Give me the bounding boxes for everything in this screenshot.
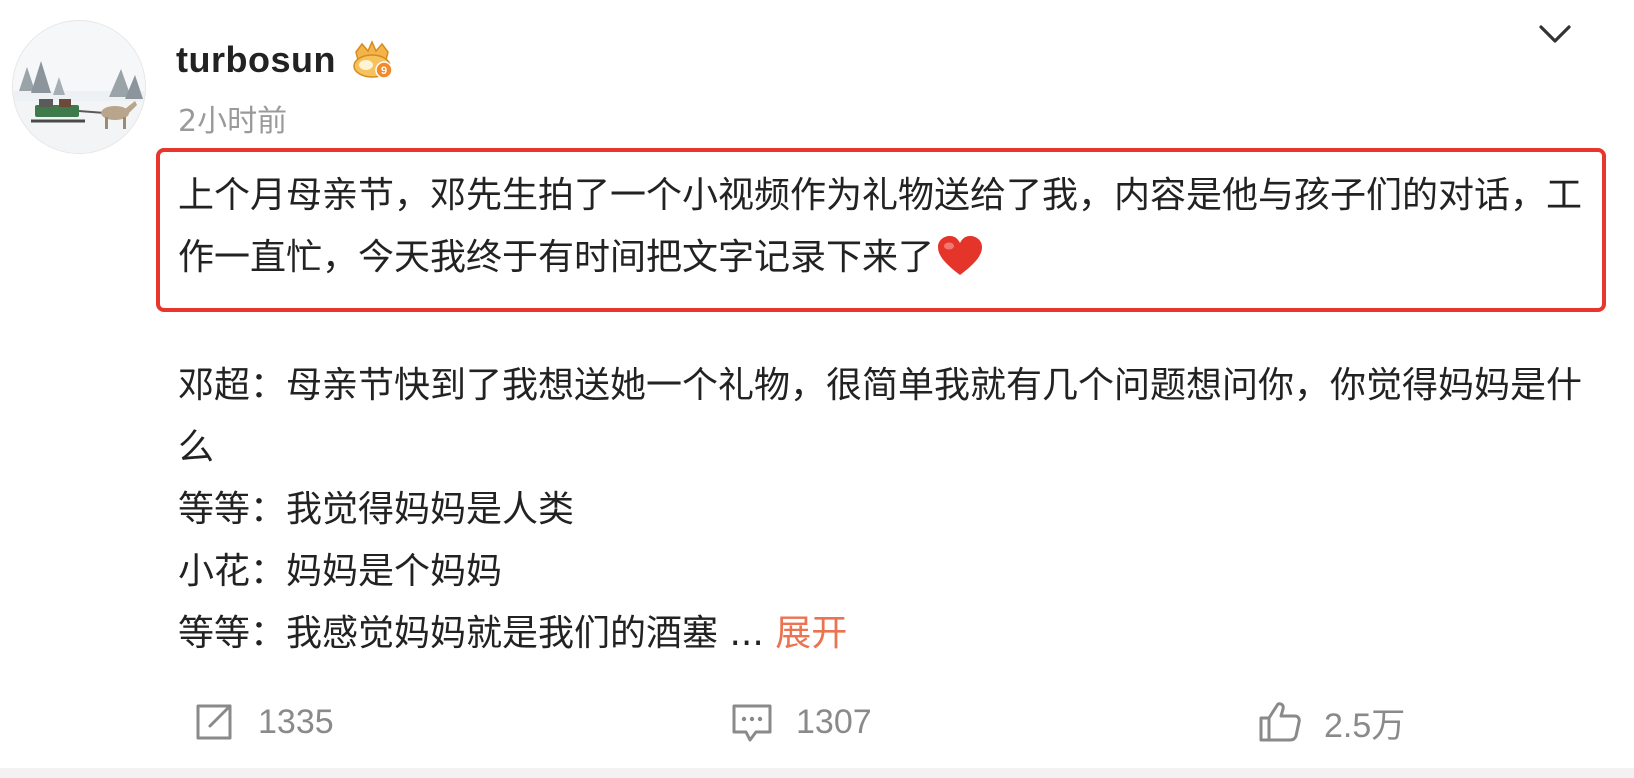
post-timestamp: 2小时前 — [178, 104, 288, 139]
author-name[interactable]: turbosun — [176, 42, 336, 78]
action-bar: 1335 1307 2.5万 — [0, 694, 1634, 750]
repost-button[interactable]: 1335 — [190, 694, 334, 750]
post-dialogue: 邓超：母亲节快到了我想送她一个礼物，很简单我就有几个问题想问你，你觉得妈妈是什么… — [178, 355, 1598, 665]
svg-text:9: 9 — [381, 65, 387, 77]
chevron-down-icon — [1539, 25, 1571, 43]
more-menu-button[interactable] — [1532, 14, 1578, 54]
dialogue-line-last: 等等：我感觉妈妈就是我们的酒塞 ... 展开 — [178, 603, 1598, 665]
weibo-post-card: turbosun 9 2小时前 上个月母亲节，邓先生拍了一个小视频作为礼物送给了… — [0, 0, 1634, 778]
repost-count: 1335 — [258, 702, 334, 741]
share-icon — [190, 698, 238, 746]
dialogue-line-text: 等等：我感觉妈妈就是我们的酒塞 — [178, 613, 719, 654]
like-button[interactable]: 2.5万 — [1256, 694, 1405, 750]
avatar[interactable] — [12, 20, 146, 154]
dialogue-line: 小花：妈妈是个妈妈 — [178, 551, 503, 592]
post-intro: 上个月母亲节，邓先生拍了一个小视频作为礼物送给了我，内容是他与孩子们的对话，工作… — [178, 165, 1598, 289]
post-intro-text: 上个月母亲节，邓先生拍了一个小视频作为礼物送给了我，内容是他与孩子们的对话，工作… — [178, 175, 1583, 278]
comment-icon — [728, 698, 776, 746]
like-count: 2.5万 — [1324, 706, 1406, 745]
ellipsis: ... — [718, 613, 764, 654]
dialogue-line: 等等：我觉得妈妈是人类 — [178, 489, 575, 530]
expand-link[interactable]: 展开 — [775, 613, 847, 654]
comment-button[interactable]: 1307 — [728, 694, 872, 750]
dialogue-line: 邓超：母亲节快到了我想送她一个礼物，很简单我就有几个问题想问你，你觉得妈妈是什么 — [178, 365, 1583, 468]
bottom-divider — [0, 768, 1634, 778]
thumbs-up-icon — [1256, 698, 1304, 746]
author-row: turbosun 9 — [176, 34, 396, 86]
snowy-sleigh-avatar-icon — [13, 21, 145, 153]
heart-emoji-icon — [936, 235, 984, 277]
vip-crown-badge-icon[interactable]: 9 — [348, 38, 396, 82]
comment-count: 1307 — [796, 702, 872, 741]
